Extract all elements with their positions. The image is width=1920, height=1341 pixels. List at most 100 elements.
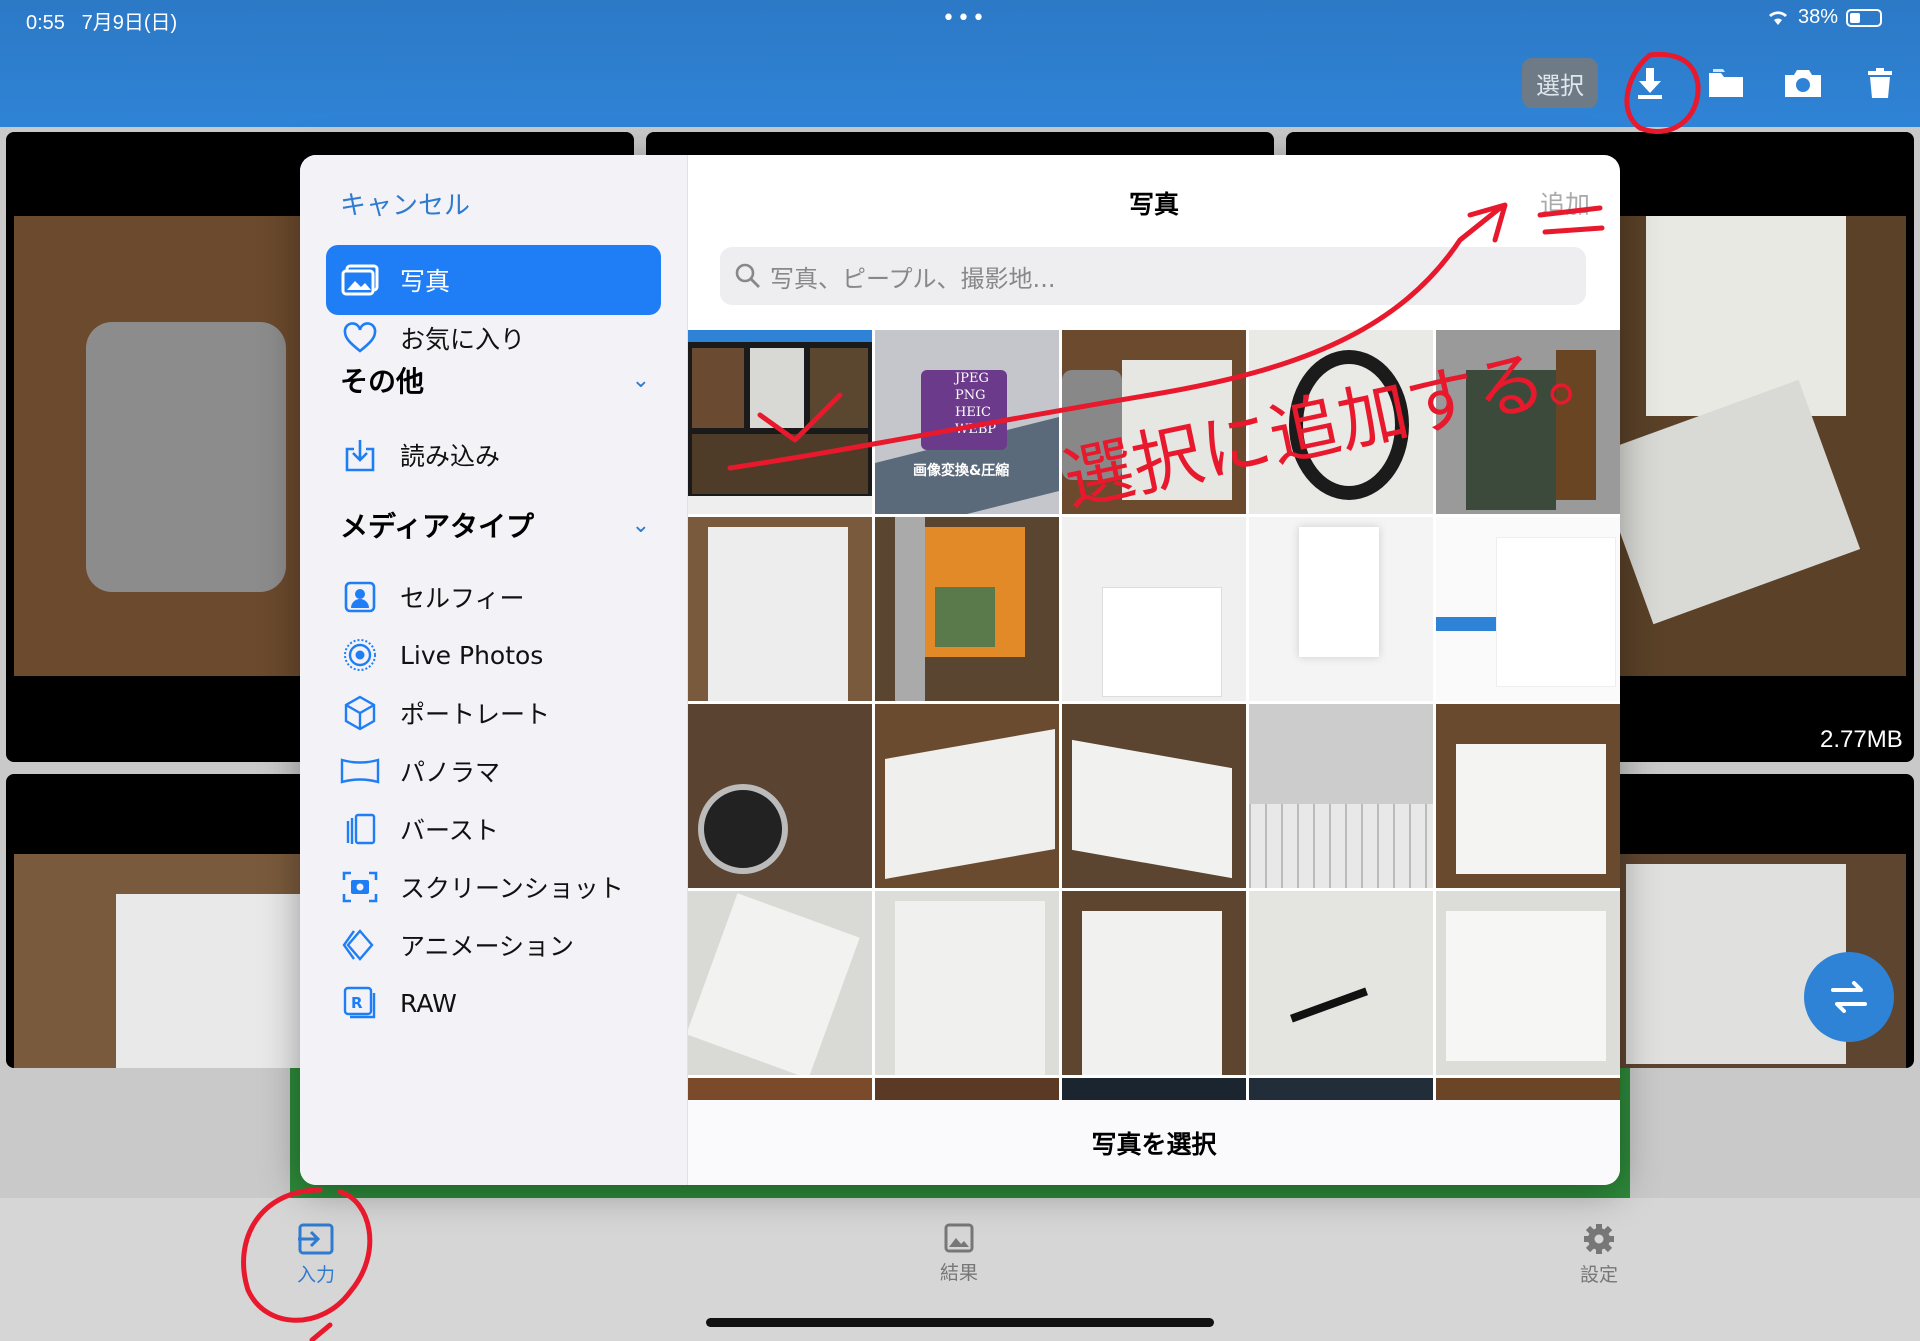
select-photos-footer[interactable]: 写真を選択	[688, 1100, 1620, 1185]
photo-thumbnail[interactable]	[1249, 1078, 1433, 1100]
search-field[interactable]: 写真、ピープル、撮影地...	[720, 247, 1586, 305]
tab-settings[interactable]: 設定	[1580, 1222, 1618, 1287]
sidebar-item-label: ポートレート	[400, 700, 551, 729]
picker-sidebar: キャンセル 写真 お気に入り その他 ⌄ 読み込み メディアタイプ ⌄ セルフィ…	[300, 155, 688, 1185]
photo-thumbnail[interactable]	[1062, 891, 1246, 1075]
panorama-icon	[340, 751, 380, 791]
tab-settings-label: 設定	[1580, 1264, 1619, 1286]
import-icon	[340, 435, 380, 475]
input-icon	[298, 1223, 334, 1255]
burst-icon	[340, 809, 380, 849]
photos-icon	[340, 260, 380, 300]
folder-icon[interactable]	[1700, 58, 1752, 108]
home-indicator	[706, 1318, 1214, 1327]
photo-thumbnail[interactable]	[1062, 1078, 1246, 1100]
wifi-icon	[1768, 10, 1787, 25]
chevron-down-icon: ⌄	[631, 512, 650, 538]
photo-thumbnail[interactable]	[688, 330, 872, 514]
sidebar-item-label: お気に入り	[400, 325, 526, 354]
file-size-label: 2.77MB	[1820, 726, 1903, 753]
gear-icon	[1584, 1224, 1614, 1254]
tab-result[interactable]: 結果	[940, 1222, 978, 1285]
sidebar-item-label: 写真	[400, 267, 451, 296]
live-photo-icon	[340, 635, 380, 675]
photo-thumbnail[interactable]	[1062, 704, 1246, 888]
sidebar-item-label: Live Photos	[400, 640, 544, 670]
photo-thumbnail[interactable]	[875, 704, 1059, 888]
photo-thumbnail[interactable]	[1249, 517, 1433, 701]
add-button[interactable]: 追加	[1540, 185, 1590, 221]
swap-button[interactable]	[1804, 952, 1894, 1042]
sidebar-item-raw[interactable]: R RAW	[326, 968, 661, 1038]
photo-grid: JPEG PNG HEIC WEBP 画像変換&圧縮	[688, 330, 1620, 1100]
sidebar-item-label: 読み込み	[400, 442, 501, 471]
battery-text: 38%	[1797, 6, 1838, 28]
thumbnail-caption: 画像変換&圧縮	[913, 463, 1010, 479]
screenshot-icon	[340, 867, 380, 907]
tab-input[interactable]: 入力	[296, 1222, 336, 1287]
photo-thumbnail[interactable]	[688, 1078, 872, 1100]
picker-title: 写真	[1128, 190, 1179, 219]
photo-thumbnail[interactable]	[875, 517, 1059, 701]
photo-picker-sheet: キャンセル 写真 お気に入り その他 ⌄ 読み込み メディアタイプ ⌄ セルフィ…	[300, 155, 1620, 1185]
photo-thumbnail[interactable]	[1249, 330, 1433, 514]
photo-thumbnail[interactable]	[1436, 517, 1620, 701]
status-time: 0:55 7月9日(日)	[26, 6, 177, 35]
search-placeholder: 写真、ピープル、撮影地...	[770, 264, 1056, 293]
photo-thumbnail[interactable]	[1436, 1078, 1620, 1100]
sidebar-item-label: パノラマ	[400, 758, 501, 787]
sidebar-item-label: スクリーンショット	[400, 874, 624, 903]
trash-icon[interactable]	[1854, 58, 1906, 108]
photo-thumbnail[interactable]	[1436, 891, 1620, 1075]
tab-result-label: 結果	[940, 1262, 979, 1284]
time-text: 0:55	[26, 12, 65, 34]
cancel-button[interactable]: キャンセル	[340, 185, 470, 222]
animation-icon	[340, 925, 380, 965]
date-text: 7月9日(日)	[81, 12, 178, 34]
swap-arrows-icon	[1831, 981, 1867, 1013]
photo-thumbnail[interactable]	[875, 891, 1059, 1075]
format-labels: JPEG PNG HEIC WEBP	[955, 370, 996, 438]
sidebar-item-label: RAW	[400, 988, 457, 1018]
format-png: PNG	[955, 388, 986, 403]
photo-thumbnail[interactable]	[875, 1078, 1059, 1100]
photo-thumbnail[interactable]: JPEG PNG HEIC WEBP 画像変換&圧縮	[875, 330, 1059, 514]
sidebar-item-label: バースト	[400, 816, 499, 845]
status-right: 38%	[1766, 6, 1882, 29]
photo-thumbnail[interactable]	[1062, 517, 1246, 701]
sidebar-item-label: アニメーション	[400, 932, 575, 961]
selfie-icon	[340, 577, 380, 617]
search-icon	[735, 263, 760, 288]
cube-icon	[340, 693, 380, 733]
format-webp: WEBP	[955, 422, 997, 437]
photo-thumbnail[interactable]	[1062, 330, 1246, 514]
section-header-others[interactable]: その他 ⌄	[340, 360, 650, 400]
tab-input-label: 入力	[296, 1264, 335, 1286]
multitask-dots[interactable]: •••	[942, 6, 987, 31]
raw-icon: R	[340, 983, 380, 1023]
photo-thumbnail[interactable]	[688, 517, 872, 701]
sidebar-item-imports[interactable]: 読み込み	[326, 420, 661, 490]
download-icon[interactable]	[1624, 58, 1676, 108]
photo-thumbnail[interactable]	[1249, 704, 1433, 888]
section-header-media-types[interactable]: メディアタイプ ⌄	[340, 505, 650, 545]
image-icon	[944, 1223, 974, 1253]
camera-icon[interactable]	[1777, 58, 1829, 108]
format-heic: HEIC	[955, 405, 991, 420]
battery-icon	[1846, 8, 1882, 27]
format-jpeg: JPEG	[955, 371, 989, 386]
photo-thumbnail[interactable]	[1249, 891, 1433, 1075]
photo-thumbnail[interactable]	[1436, 330, 1620, 514]
heart-icon	[340, 318, 380, 358]
photo-thumbnail[interactable]	[1436, 704, 1620, 888]
section-title: その他	[340, 365, 425, 398]
photo-thumbnail[interactable]	[688, 704, 872, 888]
section-title: メディアタイプ	[340, 510, 535, 543]
photo-thumbnail[interactable]	[688, 891, 872, 1075]
top-bar: 0:55 7月9日(日) ••• 38% 選択	[0, 0, 1920, 127]
sidebar-item-label: セルフィー	[400, 584, 525, 613]
picker-main: 写真 追加 写真、ピープル、撮影地... JPEG PNG HEIC WEBP …	[688, 155, 1620, 1185]
svg-text:R: R	[351, 994, 363, 1012]
chevron-down-icon: ⌄	[631, 367, 650, 393]
select-button[interactable]: 選択	[1522, 58, 1598, 108]
